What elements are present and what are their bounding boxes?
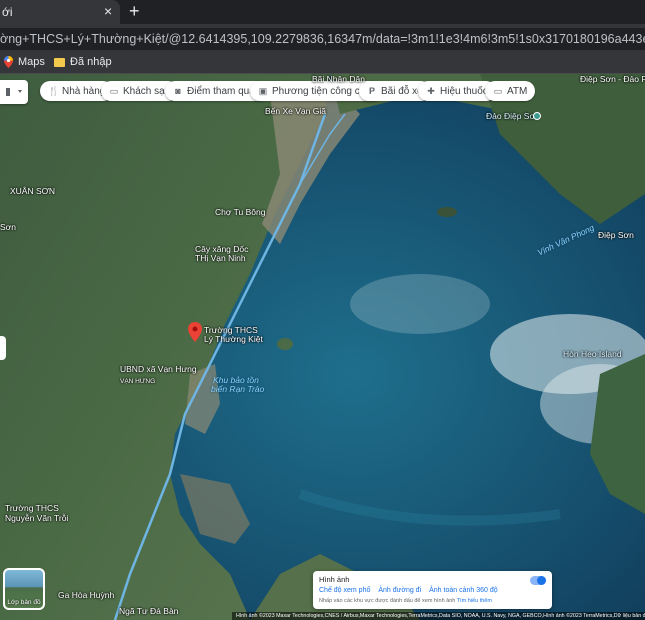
bookmark-maps-label: Maps bbox=[18, 56, 45, 68]
bookmarks-bar: Maps Đã nhập bbox=[0, 54, 645, 74]
label-truong-line2[interactable]: Lý Thường Kiệt bbox=[204, 334, 263, 344]
attraction-pin-icon[interactable] bbox=[533, 112, 541, 120]
transit-icon: ▣ bbox=[258, 86, 268, 96]
label-ga-hoa-huynh[interactable]: Ga Hòa Huỳnh bbox=[58, 590, 114, 600]
label-khu-bao-ton-2[interactable]: biển Rạn Trào bbox=[211, 384, 264, 394]
label-ubnd[interactable]: UBND xã Vạn Hưng bbox=[120, 364, 197, 374]
bookmark-maps[interactable]: Maps bbox=[4, 56, 45, 68]
satellite-map[interactable] bbox=[0, 74, 645, 620]
chip-atm[interactable]: ▭ ATM bbox=[485, 81, 536, 101]
label-ben-xe[interactable]: Bến Xe Vạn Giã bbox=[265, 106, 326, 116]
chip-restaurants-label: Nhà hàng bbox=[62, 85, 106, 97]
label-heo-island[interactable]: Hòn Heo Island bbox=[563, 349, 622, 359]
label-xuan-son[interactable]: XUÂN SƠN bbox=[10, 186, 55, 196]
label-nga-tu[interactable]: Ngã Tư Đá Bàn bbox=[119, 606, 178, 616]
bookmark-imported[interactable]: Đã nhập bbox=[54, 56, 112, 68]
learn-more-link[interactable]: Tìm hiểu thêm bbox=[457, 598, 492, 604]
option-street-view[interactable]: Chế độ xem phố bbox=[319, 587, 370, 594]
folder-icon bbox=[54, 57, 65, 67]
label-thi-van-ninh[interactable]: THị Vạn Ninh bbox=[195, 253, 246, 263]
browser-tab[interactable]: ới × bbox=[0, 0, 120, 24]
pharmacy-icon: ✚ bbox=[427, 86, 435, 96]
side-panel-toggle[interactable] bbox=[0, 336, 6, 360]
label-van-hung: VẠN HƯNG bbox=[120, 378, 156, 385]
chip-atm-label: ATM bbox=[507, 85, 528, 97]
restaurant-icon: 🍴 bbox=[48, 86, 60, 96]
label-cho-tu-bong[interactable]: Chợ Tu Bông bbox=[215, 207, 265, 217]
label-bai-nhan-dan[interactable]: Bãi Nhân Dân bbox=[312, 74, 365, 84]
tab-strip: ới × + bbox=[0, 0, 645, 24]
new-tab-button[interactable]: + bbox=[129, 1, 140, 22]
tab-title: ới bbox=[2, 5, 13, 19]
maps-pin-icon bbox=[4, 56, 13, 68]
url-field[interactable]: ờng+THCS+Lý+Thường+Kiệt/@12.6414395,109.… bbox=[0, 28, 645, 50]
chip-hotels-label: Khách sạn bbox=[123, 85, 171, 97]
option-road-photos[interactable]: Ảnh đường đi bbox=[378, 587, 421, 594]
label-diep-son-right[interactable]: Điệp Sơn bbox=[598, 230, 634, 240]
layers-button[interactable]: Lớp bản đồ bbox=[3, 568, 45, 610]
imagery-toggle[interactable] bbox=[530, 576, 546, 585]
category-chips: 🍴 Nhà hàng ▭ Khách sạn ◙ Điểm tham quan … bbox=[0, 81, 645, 103]
hotel-icon: ▭ bbox=[109, 86, 119, 96]
option-360-photos[interactable]: Ảnh toàn cảnh 360 độ bbox=[429, 587, 498, 594]
imagery-options: Chế độ xem phố Ảnh đường đi Ảnh toàn cản… bbox=[319, 587, 498, 594]
imagery-note: Nhấp vào các khu vực được đánh dấu để xe… bbox=[319, 598, 492, 604]
parking-icon: P bbox=[368, 86, 375, 96]
label-son[interactable]: Sơn bbox=[0, 222, 16, 232]
imagery-panel: Hình ảnh Chế độ xem phố Ảnh đường đi Ảnh… bbox=[313, 571, 552, 609]
label-truong-nvt-1[interactable]: Trường THCS bbox=[5, 503, 59, 513]
label-diep-son[interactable]: Điệp Sơn - Đảo Phật bbox=[580, 74, 645, 84]
bookmark-imported-label: Đã nhập bbox=[70, 56, 112, 68]
camera-icon: ◙ bbox=[175, 86, 181, 96]
map-attribution: Hình ảnh ©2023 Maxar Technologies,CNES /… bbox=[232, 612, 645, 620]
label-truong-nvt-2[interactable]: Nguyễn Văn Trỗi bbox=[5, 513, 68, 523]
label-dao-diep-son[interactable]: Đảo Điệp Sơn bbox=[486, 111, 540, 121]
imagery-note-text: Nhấp vào các khu vực được đánh dấu để xe… bbox=[319, 598, 456, 604]
address-bar: ờng+THCS+Lý+Thường+Kiệt/@12.6414395,109.… bbox=[0, 24, 645, 54]
map-imagery bbox=[0, 74, 645, 620]
layers-label: Lớp bản đồ bbox=[7, 599, 41, 606]
imagery-panel-title: Hình ảnh bbox=[319, 575, 350, 584]
atm-icon: ▭ bbox=[493, 86, 503, 96]
chip-pharmacy-label: Hiệu thuốc bbox=[440, 85, 488, 97]
close-tab-icon[interactable]: × bbox=[104, 3, 112, 19]
selected-place-marker-icon[interactable] bbox=[188, 322, 202, 342]
chip-parking-label: Bãi đỗ xe bbox=[381, 85, 423, 97]
